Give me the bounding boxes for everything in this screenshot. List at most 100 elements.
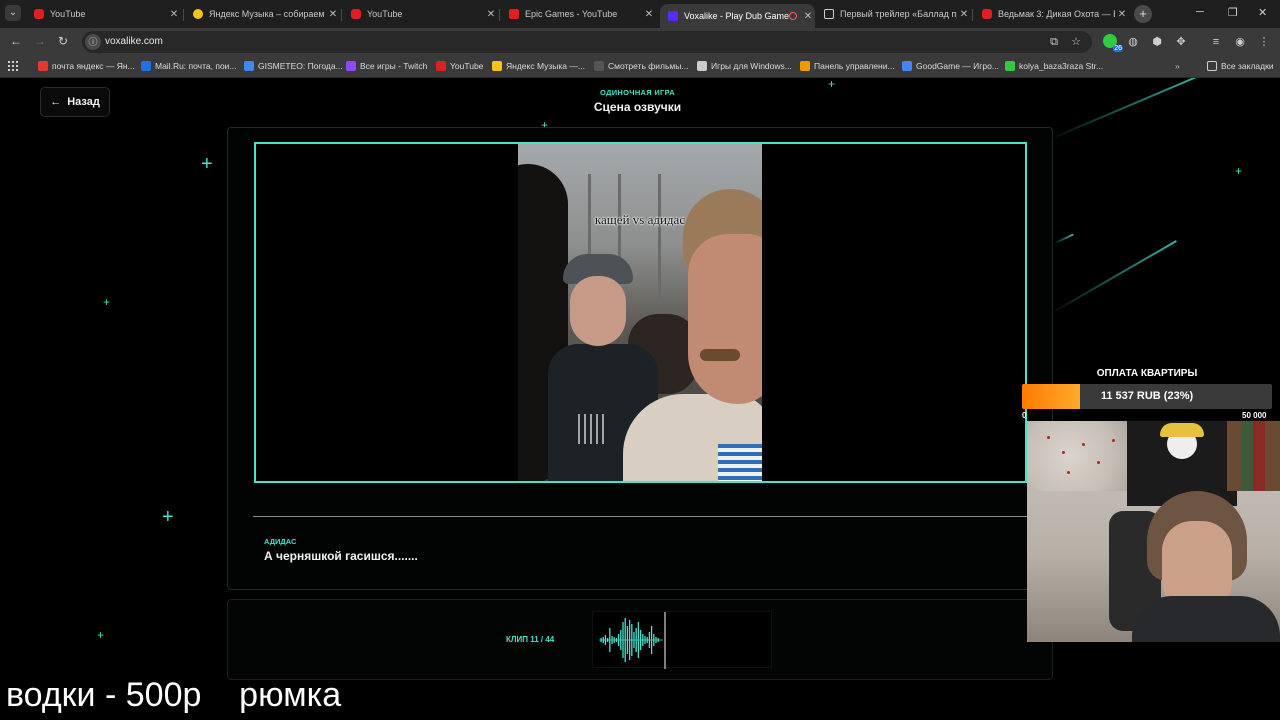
bookmark-favicon-icon	[38, 61, 48, 71]
decorative-line	[1054, 240, 1177, 312]
bookmark-1[interactable]: почта яндекс — Ян...	[38, 61, 135, 71]
address-bar[interactable]: ⓘ voxalike.com	[82, 31, 1092, 53]
donation-max: 50 000	[1242, 411, 1267, 420]
decorative-line	[1054, 233, 1074, 244]
bookmark-favicon-icon	[800, 61, 810, 71]
dub-line-text: А черняшкой гасишся.......	[264, 549, 418, 563]
bookmark-favicon-icon	[902, 61, 912, 71]
speaker-name: АДИДАС	[264, 537, 297, 546]
video-frame-image: кащей vs адидас	[518, 144, 762, 481]
document-icon	[824, 9, 834, 19]
extension-badge-count: 26	[1113, 45, 1123, 52]
bookmark-7[interactable]: Смотреть фильмы...	[594, 61, 688, 71]
stream-overlay-text: водки - 500р рюмка	[6, 676, 342, 714]
media-queue-icon[interactable]: ≡	[1210, 36, 1222, 48]
all-bookmarks-folder[interactable]: Все закладки	[1207, 61, 1274, 71]
bookmark-2[interactable]: Mail.Ru: почта, пои...	[141, 61, 237, 71]
clip-controls: КЛИП 11 / 44	[227, 599, 1053, 680]
close-tab-icon[interactable]: ✕	[1115, 9, 1129, 20]
audio-waveform[interactable]	[592, 611, 772, 669]
donation-amount: 11 537 RUB (23%)	[1100, 390, 1194, 402]
recording-icon	[789, 12, 797, 20]
waveform-graphic	[599, 612, 666, 669]
tab-search-chevron-icon[interactable]: ⌄	[5, 5, 21, 21]
youtube-icon	[351, 9, 361, 19]
video-player[interactable]: кащей vs адидас	[254, 142, 1027, 483]
youtube-icon	[34, 9, 44, 19]
back-arrow-icon[interactable]: ←	[10, 34, 22, 48]
screen: ⌄ YouTube ✕ Яндекс Музыка – собираем м..…	[0, 0, 1280, 720]
donation-min: 0	[1022, 411, 1027, 420]
new-tab-button[interactable]: +	[1134, 5, 1152, 23]
browser-tabstrip: ⌄ YouTube ✕ Яндекс Музыка – собираем м..…	[0, 0, 1280, 28]
browser-tab-3[interactable]: YouTube ✕	[343, 4, 498, 24]
bookmark-favicon-icon	[436, 61, 446, 71]
bookmarks-bar: почта яндекс — Ян... Mail.Ru: почта, пои…	[0, 56, 1280, 78]
browser-tab-4[interactable]: Epic Games - YouTube ✕	[501, 4, 656, 24]
decorative-plus-icon: +	[97, 628, 105, 642]
youtube-icon	[509, 9, 519, 19]
bookmark-9[interactable]: Панель управлени...	[800, 61, 895, 71]
close-tab-icon[interactable]: ✕	[484, 9, 498, 20]
yandex-music-icon	[193, 9, 203, 19]
close-window-icon[interactable]: ✕	[1258, 6, 1267, 19]
site-info-icon[interactable]: ⓘ	[85, 34, 101, 50]
divider	[253, 516, 1028, 517]
close-tab-icon[interactable]: ✕	[957, 9, 971, 20]
extension-shield-icon[interactable]: ⬢	[1151, 36, 1163, 48]
browser-tab-7[interactable]: Ведьмак 3: Дикая Охота — Ба... ✕	[974, 4, 1129, 24]
bookmark-3[interactable]: GISMETEO: Погода...	[244, 61, 343, 71]
bookmark-4[interactable]: Все игры - Twitch	[346, 61, 427, 71]
tab-separator	[183, 9, 184, 21]
decorative-plus-icon: +	[103, 295, 111, 309]
close-tab-icon[interactable]: ✕	[642, 9, 656, 20]
bookmark-favicon-icon	[697, 61, 707, 71]
youtube-icon	[982, 9, 992, 19]
bookmark-6[interactable]: Яндекс Музыка —...	[492, 61, 585, 71]
extensions-puzzle-icon[interactable]: ✥	[1175, 36, 1187, 48]
forward-arrow-icon[interactable]: →	[34, 34, 46, 48]
game-mode-label: ОДИНОЧНАЯ ИГРА	[600, 88, 675, 97]
bookmark-5[interactable]: YouTube	[436, 61, 483, 71]
reload-icon[interactable]: ↻	[58, 34, 68, 48]
close-tab-icon[interactable]: ✕	[326, 9, 340, 20]
browser-toolbar: ← → ↻ ⓘ voxalike.com ⧉ ☆ ◍ ⬢ ✥ ≡ ◉ ⋮	[0, 28, 1280, 56]
bookmark-8[interactable]: Игры для Windows...	[697, 61, 792, 71]
tab-separator	[341, 9, 342, 21]
profile-avatar-icon[interactable]: ◉	[1234, 36, 1246, 48]
decorative-plus-icon: +	[1235, 164, 1243, 178]
bookmark-star-icon[interactable]: ☆	[1070, 36, 1082, 48]
maximize-icon[interactable]: ❐	[1228, 6, 1238, 19]
browser-tab-voxalike[interactable]: Voxalike - Play Dub Game C ✕	[660, 4, 815, 28]
install-app-icon[interactable]: ⧉	[1048, 36, 1060, 48]
more-bookmarks-icon[interactable]: »	[1175, 61, 1180, 71]
bookmark-favicon-icon	[492, 61, 502, 71]
dubbing-scene-panel: кащей vs адидас АДИДАС А черняшкой гасиш…	[227, 127, 1053, 590]
page-title: Сцена озвучки	[593, 100, 682, 114]
donation-progress-bar: 11 537 RUB (23%)	[1022, 384, 1272, 409]
bookmark-favicon-icon	[346, 61, 356, 71]
browser-tab-6[interactable]: Первый трейлер «Баллад про... ✕	[816, 4, 971, 24]
close-tab-icon[interactable]: ✕	[167, 9, 181, 20]
bookmark-favicon-icon	[1005, 61, 1015, 71]
decorative-plus-icon: +	[201, 153, 213, 175]
clip-counter: КЛИП 11 / 44	[506, 635, 555, 644]
video-caption: кащей vs адидас	[594, 212, 686, 227]
bookmark-11[interactable]: kolya_baza3raza Str...	[1005, 61, 1103, 71]
close-tab-icon[interactable]: ✕	[801, 11, 815, 22]
voxalike-icon	[668, 11, 678, 21]
bookmark-favicon-icon	[141, 61, 151, 71]
extension-globe-icon[interactable]: ◍	[1127, 36, 1139, 48]
donation-goal-title: ОПЛАТА КВАРТИРЫ	[1096, 368, 1198, 379]
browser-tab-1[interactable]: YouTube ✕	[26, 4, 181, 24]
apps-grid-icon[interactable]	[8, 61, 18, 71]
address-url[interactable]: voxalike.com	[105, 36, 163, 47]
minimize-icon[interactable]: ─	[1196, 6, 1204, 18]
browser-tab-2[interactable]: Яндекс Музыка – собираем м... ✕	[185, 4, 340, 24]
extension-badge-icon[interactable]: 26	[1103, 34, 1123, 52]
streamer-webcam	[1027, 421, 1280, 642]
tab-separator	[499, 9, 500, 21]
browser-menu-icon[interactable]: ⋮	[1258, 36, 1270, 48]
bookmark-10[interactable]: GoodGame — Игро...	[902, 61, 999, 71]
bookmark-favicon-icon	[594, 61, 604, 71]
